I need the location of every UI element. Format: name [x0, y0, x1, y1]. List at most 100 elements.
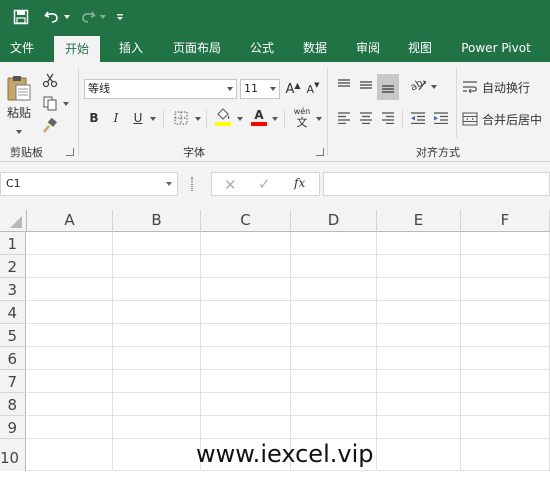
tab-insert[interactable]: 插入: [110, 34, 152, 62]
grid-cell[interactable]: [113, 301, 201, 324]
splitter-handle[interactable]: [191, 177, 193, 191]
row-header-3[interactable]: 3: [0, 278, 26, 301]
confirm-icon[interactable]: ✓: [258, 175, 271, 193]
copy-icon[interactable]: [40, 93, 60, 113]
grid-cell[interactable]: [201, 347, 291, 370]
tab-home[interactable]: 开始: [54, 36, 100, 62]
row-header-7[interactable]: 7: [0, 370, 26, 393]
grid-cell[interactable]: [461, 255, 550, 278]
row-header-8[interactable]: 8: [0, 393, 26, 416]
select-all-button[interactable]: [0, 210, 27, 232]
grid-cell[interactable]: [113, 370, 201, 393]
grid-cell[interactable]: [113, 393, 201, 416]
grid-cell[interactable]: [291, 301, 377, 324]
row-header-1[interactable]: 1: [0, 232, 26, 255]
undo-icon[interactable]: [42, 0, 62, 34]
grid-cell[interactable]: [377, 347, 461, 370]
save-icon[interactable]: [10, 0, 32, 34]
cancel-icon[interactable]: ✕: [224, 176, 237, 194]
grid-cell[interactable]: [113, 278, 201, 301]
grid-cell[interactable]: [461, 324, 550, 347]
grid-cell[interactable]: [27, 301, 113, 324]
wrap-text-button[interactable]: 自动换行: [462, 76, 548, 98]
grid-cell[interactable]: [201, 278, 291, 301]
grid-cell[interactable]: [27, 347, 113, 370]
font-name-select[interactable]: 等线: [84, 79, 237, 99]
grid-cell[interactable]: [377, 370, 461, 393]
underline-dropdown-icon[interactable]: [150, 117, 156, 121]
font-size-select[interactable]: 11: [240, 79, 280, 99]
grid-cell[interactable]: [113, 416, 201, 439]
grid-cell[interactable]: [291, 370, 377, 393]
grid-cell[interactable]: [201, 301, 291, 324]
copy-dropdown-icon[interactable]: [63, 102, 69, 106]
bold-button[interactable]: B: [86, 108, 102, 128]
insert-function-button[interactable]: fx: [294, 176, 305, 190]
shrink-font-button[interactable]: A ▼: [304, 79, 322, 99]
grid-cell[interactable]: [377, 232, 461, 255]
tab-page-layout[interactable]: 页面布局: [164, 34, 230, 62]
fill-color-button[interactable]: [213, 106, 233, 128]
grid-cell[interactable]: [27, 439, 113, 471]
align-right-icon[interactable]: [378, 108, 398, 128]
column-header-b[interactable]: B: [113, 210, 201, 232]
grid-cell[interactable]: [291, 255, 377, 278]
row-header-4[interactable]: 4: [0, 301, 26, 324]
grid-cell[interactable]: [27, 416, 113, 439]
grid-cell[interactable]: [377, 301, 461, 324]
column-header-d[interactable]: D: [291, 210, 377, 232]
align-top-icon[interactable]: [334, 74, 354, 96]
grid-cell[interactable]: [291, 416, 377, 439]
align-left-icon[interactable]: [334, 108, 354, 128]
grid-cell[interactable]: [377, 416, 461, 439]
borders-icon[interactable]: [171, 108, 191, 128]
grid-cell[interactable]: [291, 324, 377, 347]
column-header-c[interactable]: C: [201, 210, 291, 232]
grid-cell[interactable]: [27, 255, 113, 278]
grid-cell[interactable]: [461, 278, 550, 301]
align-middle-icon[interactable]: [356, 74, 376, 96]
grid-cell[interactable]: [201, 255, 291, 278]
grid-cell[interactable]: [291, 347, 377, 370]
name-box[interactable]: C1: [0, 172, 178, 196]
grid-cell[interactable]: [377, 393, 461, 416]
grid-cell[interactable]: [461, 301, 550, 324]
grid-cell[interactable]: [291, 232, 377, 255]
borders-dropdown-icon[interactable]: [195, 117, 201, 121]
align-center-icon[interactable]: [356, 108, 376, 128]
grid-cell[interactable]: [377, 324, 461, 347]
orientation-dropdown-icon[interactable]: [431, 85, 437, 89]
grid-cell[interactable]: [461, 416, 550, 439]
paste-dropdown-icon[interactable]: [16, 130, 22, 134]
column-header-a[interactable]: A: [27, 210, 113, 232]
grid-cell[interactable]: [201, 324, 291, 347]
row-header-5[interactable]: 5: [0, 324, 26, 347]
grid-cell[interactable]: [377, 439, 461, 471]
grid-cell[interactable]: [113, 347, 201, 370]
column-header-e[interactable]: E: [377, 210, 461, 232]
grid-cell[interactable]: [377, 278, 461, 301]
tab-data[interactable]: 数据: [292, 34, 338, 62]
merge-center-button[interactable]: 合并后居中: [462, 108, 548, 130]
grow-font-button[interactable]: A ▲: [284, 79, 302, 99]
grid-cell[interactable]: [291, 393, 377, 416]
grid-cell[interactable]: [113, 232, 201, 255]
grid-cell[interactable]: [113, 255, 201, 278]
font-launcher-icon[interactable]: [316, 148, 324, 156]
fill-color-dropdown-icon[interactable]: [237, 117, 243, 121]
undo-dropdown-icon[interactable]: [62, 0, 72, 34]
grid-cell[interactable]: [27, 278, 113, 301]
customize-qat-icon[interactable]: [113, 0, 127, 34]
orientation-icon[interactable]: ab: [408, 74, 428, 96]
format-painter-icon[interactable]: [40, 116, 60, 136]
row-header-10[interactable]: 10: [0, 439, 26, 471]
phonetic-guide-button[interactable]: wén 文: [291, 105, 313, 129]
grid-cell[interactable]: [201, 370, 291, 393]
align-bottom-icon[interactable]: [377, 74, 399, 100]
row-header-6[interactable]: 6: [0, 347, 26, 370]
grid-cell[interactable]: [201, 416, 291, 439]
grid-cell[interactable]: [291, 278, 377, 301]
tab-power-pivot[interactable]: Power Pivot: [456, 34, 536, 62]
cut-icon[interactable]: [40, 70, 60, 90]
grid-cell[interactable]: [377, 255, 461, 278]
